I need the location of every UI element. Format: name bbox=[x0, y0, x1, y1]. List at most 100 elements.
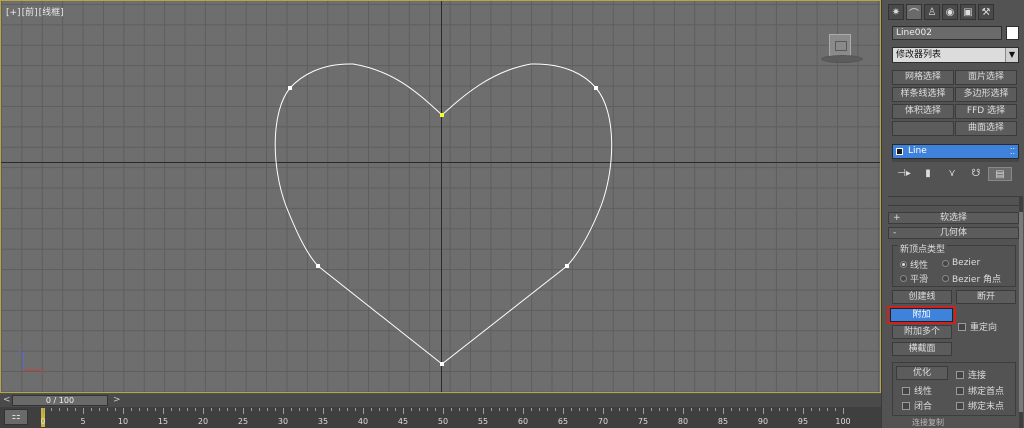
object-name-field[interactable]: Line002 bbox=[892, 26, 1002, 40]
configure-sets-icon[interactable]: ▤ bbox=[988, 167, 1012, 181]
stack-tools: ⊣▸ ▮ ⋎ ☋ ▤ bbox=[892, 166, 1019, 182]
show-end-result-icon[interactable]: ▮ bbox=[916, 167, 940, 181]
frame-tick bbox=[731, 408, 732, 411]
rollout-geometry[interactable]: - 几何体 bbox=[888, 227, 1019, 239]
frame-tick bbox=[835, 408, 836, 411]
frame-tick bbox=[363, 408, 364, 414]
heart-outline[interactable] bbox=[274, 63, 613, 365]
time-prev-button[interactable]: < bbox=[3, 395, 11, 405]
bind-last-checkbox[interactable]: 绑定末点 bbox=[956, 399, 1004, 412]
frame-tick-label: 0 bbox=[40, 417, 46, 426]
frame-tick bbox=[795, 408, 796, 411]
create-tab-icon[interactable]: ✷ bbox=[888, 4, 904, 20]
viewcube-ring[interactable] bbox=[821, 55, 863, 63]
frame-tick bbox=[819, 408, 820, 411]
checkbox[interactable] bbox=[902, 401, 910, 410]
key-filter-icon[interactable]: ⚏ bbox=[4, 409, 28, 425]
utilities-tab-icon[interactable]: ⚒ bbox=[978, 4, 994, 20]
break-button[interactable]: 断开 bbox=[956, 290, 1016, 304]
frame-ruler[interactable]: 0 5 10 15 20 25 30 35 40 45 50 55 60 65 70 75 80 85 90 95 10… bbox=[40, 408, 881, 428]
vertex-handle[interactable] bbox=[288, 86, 292, 90]
connect-checkbox[interactable]: 连接 bbox=[956, 368, 986, 381]
frame-tick-label: 80 bbox=[677, 417, 689, 426]
time-next-button[interactable]: > bbox=[113, 395, 121, 405]
display-tab-icon[interactable]: ▣ bbox=[960, 4, 976, 20]
frame-tick bbox=[571, 408, 572, 411]
front-viewport[interactable]: [+][前][线框] z x bbox=[0, 0, 881, 393]
frame-tick-label: 25 bbox=[237, 417, 249, 426]
modifier-list-dropdown[interactable]: 修改器列表 ▼ bbox=[892, 47, 1019, 63]
attach-multiple-button[interactable]: 附加多个 bbox=[892, 325, 952, 339]
modifier-button[interactable]: FFD 选择 bbox=[955, 104, 1017, 119]
frame-tick bbox=[355, 408, 356, 411]
modifier-list-label: 修改器列表 bbox=[896, 50, 942, 60]
hierarchy-tab-icon[interactable]: ♙ bbox=[924, 4, 940, 20]
bind-first-checkbox[interactable]: 绑定首点 bbox=[956, 384, 1004, 397]
frame-tick bbox=[443, 408, 444, 414]
radio-label: 线性 bbox=[910, 261, 929, 271]
radio-dot[interactable] bbox=[942, 275, 949, 282]
modifier-button[interactable]: 多边形选择 bbox=[955, 87, 1017, 102]
checkbox[interactable] bbox=[956, 401, 964, 410]
modifier-button[interactable]: 体积选择 bbox=[892, 104, 954, 119]
frame-tick bbox=[691, 408, 692, 411]
frame-tick bbox=[323, 408, 324, 414]
stack-expand-icon[interactable] bbox=[896, 148, 903, 155]
vertex-handle[interactable] bbox=[316, 264, 320, 268]
checkbox[interactable] bbox=[902, 386, 910, 395]
modifier-button[interactable]: 样条线选择 bbox=[892, 87, 954, 102]
frame-tick bbox=[171, 408, 172, 411]
object-color-swatch[interactable] bbox=[1006, 26, 1019, 40]
frame-tick-label: 95 bbox=[797, 417, 809, 426]
frame-tick bbox=[747, 408, 748, 411]
rollout-soft-selection[interactable]: + 软选择 bbox=[888, 212, 1019, 224]
vertex-handle[interactable] bbox=[440, 362, 444, 366]
modifier-button[interactable]: 面片选择 bbox=[955, 70, 1017, 85]
cross-section-button[interactable]: 横截面 bbox=[892, 342, 952, 356]
viewcube-box-icon[interactable] bbox=[829, 34, 851, 56]
remove-modifier-icon[interactable]: ☋ bbox=[964, 167, 988, 181]
frame-tick-label: 75 bbox=[637, 417, 649, 426]
radio-bezier-corner[interactable]: Bezier 角点 bbox=[942, 272, 1001, 285]
panel-scrollbar-thumb[interactable] bbox=[1019, 212, 1023, 412]
first-vertex-handle[interactable] bbox=[440, 113, 444, 117]
rollout-title: 几何体 bbox=[939, 228, 967, 238]
refine-button[interactable]: 优化 bbox=[896, 366, 948, 380]
create-line-button[interactable]: 创建线 bbox=[892, 290, 952, 304]
radio-dot[interactable] bbox=[900, 275, 907, 282]
frame-tick bbox=[675, 408, 676, 411]
modifier-button[interactable]: 网格选择 bbox=[892, 70, 954, 85]
vertex-handle[interactable] bbox=[565, 264, 569, 268]
frame-tick bbox=[59, 408, 60, 411]
chevron-down-icon[interactable]: ▼ bbox=[1005, 48, 1018, 62]
frame-tick-label: 5 bbox=[80, 417, 86, 426]
modify-tab-icon[interactable]: ⌒ bbox=[906, 4, 922, 20]
radio-dot[interactable] bbox=[900, 261, 907, 268]
reorient-checkbox[interactable]: 重定向 bbox=[958, 320, 997, 333]
vertex-handle[interactable] bbox=[594, 86, 598, 90]
radio-dot[interactable] bbox=[942, 259, 949, 267]
frame-tick bbox=[123, 408, 124, 414]
linear-checkbox[interactable]: 线性 bbox=[902, 384, 932, 397]
checkbox[interactable] bbox=[958, 322, 966, 331]
modifier-button[interactable]: 曲面选择 bbox=[955, 121, 1017, 136]
modifier-stack-item[interactable]: Line ⁚⁚ bbox=[892, 144, 1019, 159]
modifier-stack-list[interactable] bbox=[892, 159, 1019, 162]
radio-bezier[interactable]: Bezier bbox=[942, 258, 980, 268]
frame-tick bbox=[147, 408, 148, 411]
time-slider[interactable]: 0 / 100 bbox=[12, 395, 108, 406]
heart-spline[interactable] bbox=[1, 1, 880, 392]
motion-tab-icon[interactable]: ◉ bbox=[942, 4, 958, 20]
checkbox[interactable] bbox=[956, 370, 964, 379]
viewcube[interactable] bbox=[821, 31, 863, 63]
svg-text:z: z bbox=[18, 349, 21, 356]
radio-linear[interactable]: 线性 bbox=[900, 258, 928, 271]
radio-smooth[interactable]: 平滑 bbox=[900, 272, 928, 285]
group-title-partial: 连接复制 bbox=[912, 418, 944, 427]
modifier-button-empty[interactable] bbox=[892, 121, 954, 136]
time-slider-bar[interactable] bbox=[0, 394, 881, 407]
checkbox[interactable] bbox=[956, 386, 964, 395]
pin-stack-icon[interactable]: ⊣▸ bbox=[892, 167, 916, 181]
make-unique-icon[interactable]: ⋎ bbox=[940, 167, 964, 181]
closed-checkbox[interactable]: 闭合 bbox=[902, 399, 932, 412]
